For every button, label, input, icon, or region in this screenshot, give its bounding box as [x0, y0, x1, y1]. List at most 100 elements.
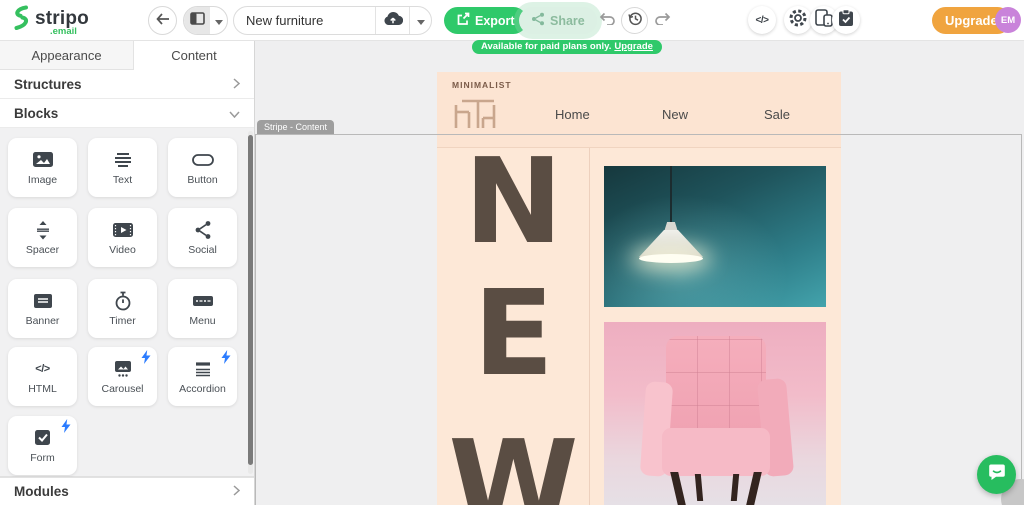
modules-section[interactable]: Modules — [0, 477, 254, 505]
chevron-right-icon — [233, 484, 241, 499]
block-form[interactable]: Form — [8, 416, 77, 475]
code-icon: </> — [755, 14, 769, 26]
structures-section[interactable]: Structures — [0, 70, 254, 99]
block-banner[interactable]: Banner — [8, 279, 77, 338]
block-accordion[interactable]: Accordion — [168, 347, 237, 406]
avatar-initials: EM — [1000, 14, 1016, 26]
text-icon — [114, 150, 132, 170]
tab-appearance[interactable]: Appearance — [0, 41, 134, 70]
block-image[interactable]: Image — [8, 138, 77, 197]
export-button[interactable]: Export — [444, 7, 527, 34]
block-label: Spacer — [25, 243, 60, 256]
stripo-logo[interactable]: stripo .email — [10, 5, 89, 40]
block-timer[interactable]: Timer — [88, 279, 157, 338]
block-html[interactable]: </> HTML — [8, 347, 77, 406]
redo-button[interactable] — [649, 8, 675, 34]
email-preview: MINIMALIST Home New Sale N E W — [437, 72, 841, 505]
template-options-button[interactable] — [410, 7, 431, 34]
block-label: Form — [30, 451, 55, 464]
chair-leg — [670, 472, 686, 505]
email-headline-column[interactable]: N E W — [437, 148, 590, 505]
history-group — [594, 7, 675, 34]
editor-canvas: MINIMALIST Home New Sale N E W Stripe - … — [255, 41, 1024, 505]
lamp-photo[interactable] — [604, 166, 826, 307]
block-menu[interactable]: Menu — [168, 279, 237, 338]
lamp-shade — [639, 230, 703, 257]
block-label: Menu — [189, 314, 216, 327]
tooltip-upgrade-link[interactable]: Upgrade — [614, 41, 653, 52]
undo-button[interactable] — [594, 8, 620, 34]
redo-icon — [654, 11, 671, 30]
stripo-bolt-icon — [10, 5, 32, 40]
email-nav-new[interactable]: New — [662, 107, 688, 122]
settings-button[interactable] — [784, 6, 812, 34]
pro-lightning-icon — [221, 350, 231, 369]
email-nav-sale[interactable]: Sale — [764, 107, 790, 122]
block-button[interactable]: Button — [168, 138, 237, 197]
block-label: Social — [188, 243, 217, 256]
chair-leg — [746, 472, 762, 505]
logo-tld: .email — [50, 25, 77, 37]
banner-icon — [33, 291, 53, 311]
spacer-icon — [35, 220, 51, 240]
tab-content[interactable]: Content — [134, 41, 254, 70]
email-header-block[interactable]: MINIMALIST Home New Sale — [437, 72, 841, 148]
avatar[interactable]: EM — [995, 7, 1021, 33]
sidebar-tabs: Appearance Content — [0, 41, 254, 70]
template-name-input[interactable] — [234, 13, 375, 28]
structure-tag[interactable]: Stripe - Content — [257, 120, 335, 134]
block-label: Banner — [25, 314, 60, 327]
lamp-cord — [670, 166, 672, 224]
version-history-button[interactable] — [621, 7, 648, 34]
panel-layout-icon — [189, 11, 205, 30]
code-editor-button[interactable]: </> — [748, 6, 776, 34]
email-logo[interactable]: MINIMALIST — [452, 80, 512, 133]
export-icon — [456, 12, 470, 29]
block-social[interactable]: Social — [168, 208, 237, 267]
headline-letter[interactable]: E — [437, 274, 590, 392]
block-carousel[interactable]: Carousel — [88, 347, 157, 406]
headline-letter[interactable]: N — [437, 148, 590, 260]
panel-toggle-group — [183, 6, 228, 35]
share-icon — [531, 12, 545, 29]
accordion-icon — [194, 359, 212, 379]
headline-letter[interactable]: W — [437, 424, 590, 505]
panel-dropdown-button[interactable] — [210, 7, 227, 34]
pro-lightning-icon — [141, 350, 151, 369]
block-spacer[interactable]: Spacer — [8, 208, 77, 267]
armchair-photo[interactable] — [604, 322, 826, 505]
email-nav-home[interactable]: Home — [555, 107, 590, 122]
email-images-column — [590, 148, 841, 505]
devices-icon — [815, 8, 833, 32]
chevron-down-icon — [229, 106, 240, 121]
blocks-section[interactable]: Blocks — [0, 99, 254, 128]
button-icon — [191, 150, 214, 170]
save-to-cloud-button[interactable] — [376, 7, 409, 34]
back-button[interactable] — [148, 6, 177, 35]
pro-lightning-icon — [61, 419, 71, 438]
tooltip-text: Available for paid plans only. — [481, 41, 612, 52]
chevron-down-icon — [416, 12, 425, 30]
block-text[interactable]: Text — [88, 138, 157, 197]
chat-bubble-icon — [987, 462, 1007, 487]
lamp-glow — [639, 254, 703, 263]
cloud-upload-icon — [383, 11, 403, 31]
html-code-icon: </> — [35, 362, 50, 375]
block-video[interactable]: Video — [88, 208, 157, 267]
share-label: Share — [550, 13, 585, 28]
chevron-down-icon — [214, 12, 223, 30]
panel-layout-button[interactable] — [184, 7, 210, 34]
chat-widget-button[interactable] — [977, 455, 1016, 494]
history-clock-icon — [627, 10, 643, 31]
top-toolbar: stripo .email New furniture Export Share… — [0, 0, 1024, 41]
sidebar-scrollbar-thumb[interactable] — [248, 135, 253, 465]
tab-appearance-label: Appearance — [31, 47, 102, 63]
share-button[interactable]: Share — [519, 7, 597, 34]
furniture-logo-icon — [452, 99, 498, 132]
logo-name: stripo — [35, 7, 89, 29]
upgrade-label: Upgrade — [945, 13, 998, 28]
block-label: HTML — [28, 382, 57, 395]
block-label: Button — [187, 173, 218, 186]
gear-icon — [788, 8, 808, 33]
save-test-button[interactable] — [832, 6, 860, 34]
